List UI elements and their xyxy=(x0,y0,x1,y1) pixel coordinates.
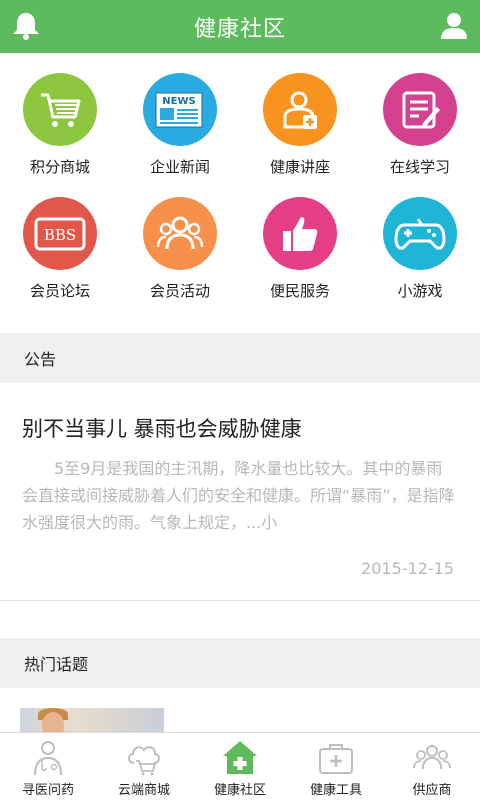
app-header: 健康社区 xyxy=(0,0,480,53)
tab-label: 健康社区 xyxy=(213,783,266,798)
bbs-icon: BBS xyxy=(23,197,97,270)
bbs-logo-text: BBS xyxy=(44,226,76,244)
thumbs-up-icon xyxy=(263,197,337,270)
notice-section-header: 公告 xyxy=(0,333,480,383)
feature-grid: 积分商城 NEWS 企业新闻 健康讲座 在线学习 BBS 会员论坛 会员活动 便… xyxy=(0,53,480,333)
tab-cloud-mall[interactable]: 云端商城 xyxy=(96,733,192,800)
people-icon xyxy=(413,745,451,770)
tab-label: 健康工具 xyxy=(309,783,362,798)
grid-item-label: 会员论坛 xyxy=(29,282,90,300)
newspaper-logo-text: NEWS xyxy=(162,96,195,107)
group-icon xyxy=(143,197,217,270)
grid-item-label: 企业新闻 xyxy=(149,158,210,176)
home-plus-icon xyxy=(223,741,257,774)
tab-health-tools[interactable]: 健康工具 xyxy=(288,733,384,800)
topics-section-header: 热门话题 xyxy=(0,638,480,688)
cloud-cart-icon xyxy=(128,746,160,776)
tab-label: 寻医问药 xyxy=(21,783,74,798)
doctor-stethoscope-icon xyxy=(34,741,62,776)
notice-date: 2015-12-15 xyxy=(361,559,454,578)
grid-item-label: 便民服务 xyxy=(269,282,330,300)
grid-item-online-learning[interactable]: 在线学习 xyxy=(360,53,480,177)
notice-section-title: 公告 xyxy=(24,350,57,369)
grid-item-company-news[interactable]: NEWS 企业新闻 xyxy=(120,53,240,177)
tab-label: 云端商城 xyxy=(117,783,170,798)
notice-title: 别不当事儿 暴雨也会威胁健康 xyxy=(22,417,302,441)
tab-health-community[interactable]: 健康社区 xyxy=(192,733,288,800)
grid-item-convenience-service[interactable]: 便民服务 xyxy=(240,177,360,301)
grid-item-label: 在线学习 xyxy=(389,158,450,176)
grid-item-label: 会员活动 xyxy=(149,282,210,300)
tab-suppliers[interactable]: 供应商 xyxy=(384,733,480,800)
user-icon[interactable] xyxy=(436,8,472,44)
page-title: 健康社区 xyxy=(193,16,286,42)
grid-item-label: 小游戏 xyxy=(397,282,443,300)
grid-item-member-activity[interactable]: 会员活动 xyxy=(120,177,240,301)
tab-label: 供应商 xyxy=(412,783,452,798)
topic-thumbnail[interactable] xyxy=(20,708,164,732)
topics-section-title: 热门话题 xyxy=(24,655,89,674)
grid-item-label: 健康讲座 xyxy=(269,158,330,176)
doctor-icon xyxy=(263,73,337,146)
grid-item-member-forum[interactable]: BBS 会员论坛 xyxy=(0,177,120,301)
shopping-cart-icon xyxy=(23,73,97,146)
grid-item-mini-games[interactable]: 小游戏 xyxy=(360,177,480,301)
bottom-tab-bar: 寻医问药 云端商城 健康社区 健康工具 供应商 xyxy=(0,732,480,800)
grid-item-points-mall[interactable]: 积分商城 xyxy=(0,53,120,177)
notice-body: 5至9月是我国的主汛期，降水量也比较大。其中的暴雨会直接或间接威胁着人们的安全和… xyxy=(22,459,455,532)
grid-item-health-lecture[interactable]: 健康讲座 xyxy=(240,53,360,177)
newspaper-icon: NEWS xyxy=(143,73,217,146)
notepad-pen-icon xyxy=(383,73,457,146)
gamepad-icon xyxy=(383,197,457,270)
topic-thumbnail-face xyxy=(42,712,64,732)
notice-card[interactable]: 别不当事儿 暴雨也会威胁健康 5至9月是我国的主汛期，降水量也比较大。其中的暴雨… xyxy=(0,383,480,601)
medical-kit-icon xyxy=(319,744,353,774)
tab-find-doctor[interactable]: 寻医问药 xyxy=(0,733,96,800)
bell-icon[interactable] xyxy=(8,8,44,44)
grid-item-label: 积分商城 xyxy=(29,158,90,176)
